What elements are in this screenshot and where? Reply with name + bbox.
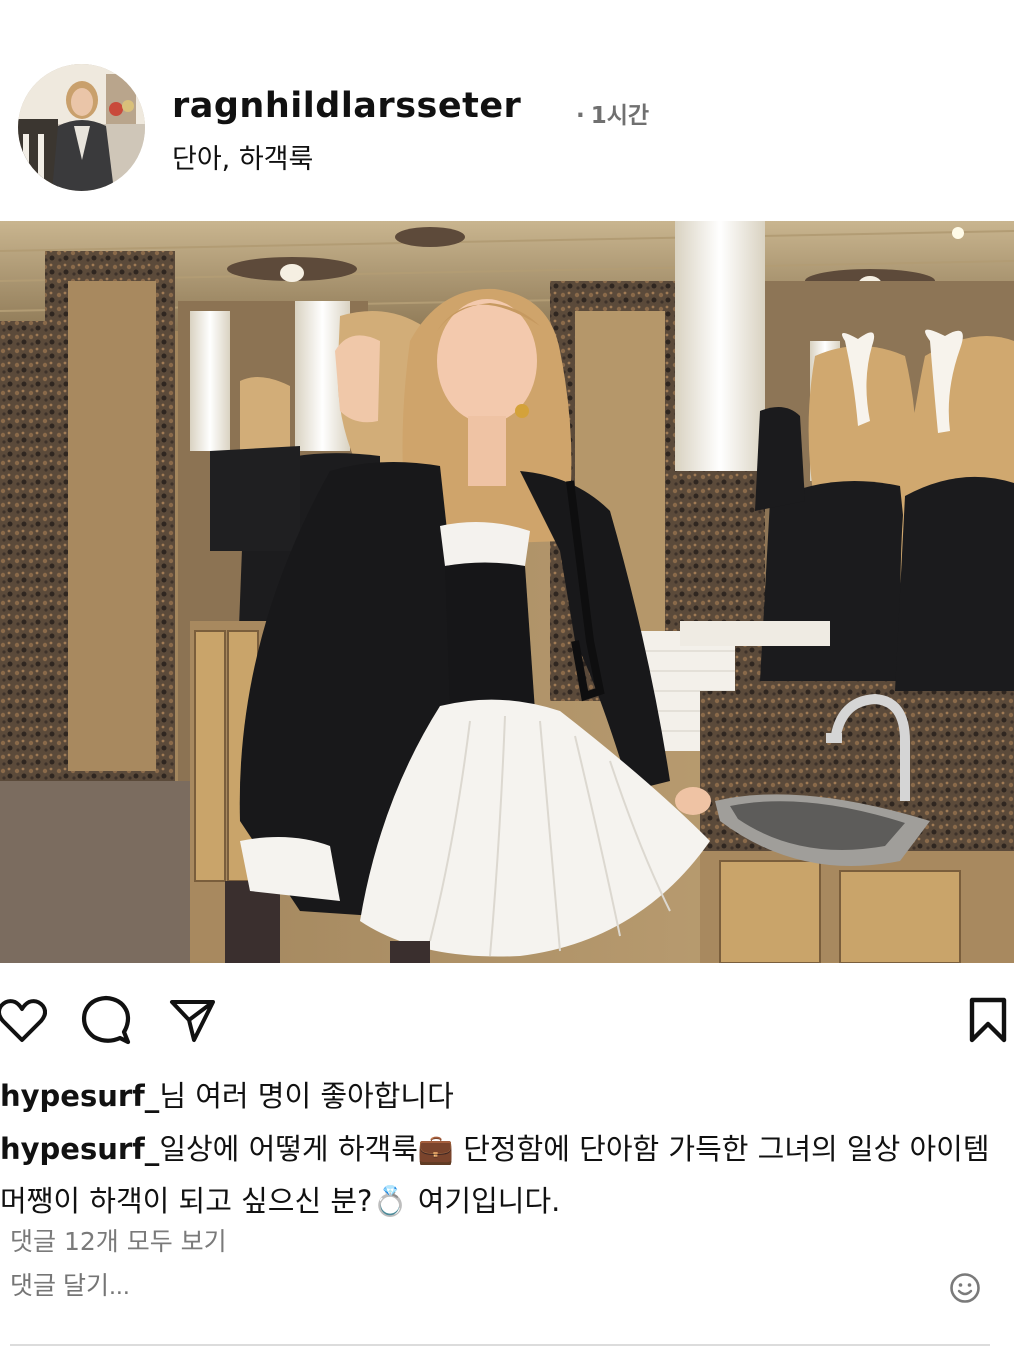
username-link[interactable]: ragnhildlarsseter bbox=[172, 86, 521, 126]
heart-outline-icon bbox=[0, 999, 47, 1042]
post-photo[interactable] bbox=[0, 221, 1014, 963]
comment-button[interactable] bbox=[78, 990, 134, 1050]
add-comment-input[interactable] bbox=[10, 1272, 910, 1301]
avatar[interactable] bbox=[18, 64, 145, 191]
post-time: · 1시간 bbox=[576, 96, 649, 130]
likes-text: 님 여러 명이 좋아합니다 bbox=[159, 1079, 454, 1113]
view-all-comments-link[interactable]: 댓글 12개 모두 보기 bbox=[10, 1222, 227, 1258]
smiley-icon[interactable] bbox=[948, 1271, 982, 1305]
likes-summary[interactable]: hypesurf_님 여러 명이 좋아합니다 bbox=[0, 1073, 454, 1115]
save-button[interactable] bbox=[960, 990, 1014, 1050]
caption: hypesurf_일상에 어떻게 하객룩💼 단정함에 단아함 가득한 그녀의 일… bbox=[0, 1123, 1000, 1227]
share-button[interactable] bbox=[164, 990, 220, 1050]
location-link[interactable]: 단아, 하객룩 bbox=[172, 137, 313, 176]
time-label: 1시간 bbox=[590, 103, 650, 129]
time-separator: · bbox=[576, 103, 585, 129]
like-button[interactable] bbox=[0, 990, 50, 1050]
bookmark-outline-icon bbox=[969, 997, 1007, 1043]
post-header: ragnhildlarsseter · 1시간 단아, 하객룩 bbox=[0, 0, 1014, 220]
paper-plane-icon bbox=[170, 1000, 215, 1042]
speech-bubble-icon bbox=[81, 995, 131, 1045]
likes-username[interactable]: hypesurf_ bbox=[0, 1079, 159, 1113]
action-bar bbox=[0, 990, 1014, 1052]
bottom-divider bbox=[10, 1344, 990, 1346]
caption-username[interactable]: hypesurf_ bbox=[0, 1132, 159, 1166]
